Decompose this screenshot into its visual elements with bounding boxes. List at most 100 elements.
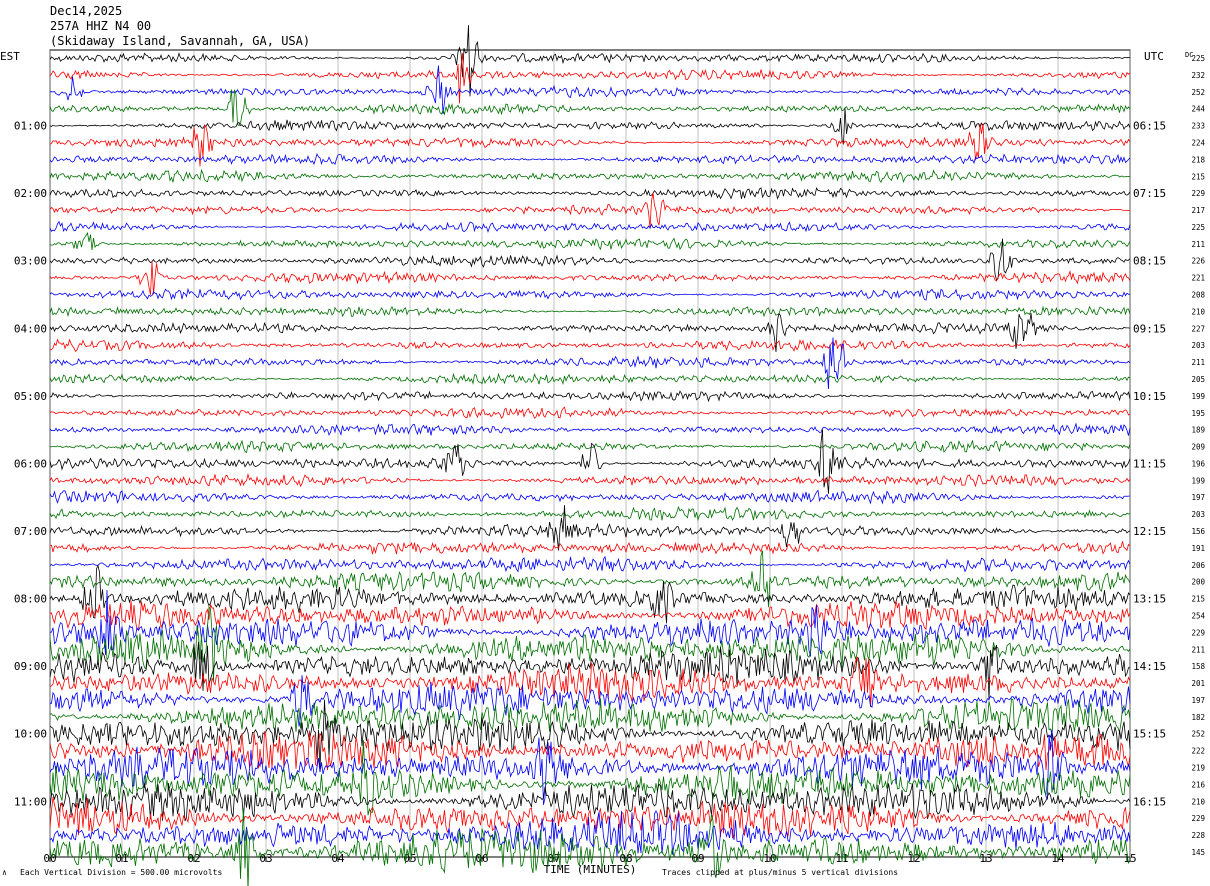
dc-offset-label: 191 (1191, 544, 1205, 553)
seismic-trace (49, 422, 1131, 436)
seismic-trace (49, 372, 1131, 386)
utc-hour-label: 11:15 (1133, 457, 1166, 470)
dc-offset-label: 209 (1191, 443, 1205, 452)
dc-offset-label: 225 (1191, 54, 1205, 63)
dc-offset-label: 203 (1191, 341, 1205, 350)
dc-offset-label: 219 (1191, 764, 1205, 773)
seismic-trace (49, 564, 1131, 624)
utc-hour-label: 06:15 (1133, 120, 1166, 133)
dc-offset-label: 227 (1191, 324, 1205, 333)
seismic-trace (49, 698, 1131, 735)
seismic-trace (49, 505, 1131, 551)
dc-offset-label: 229 (1191, 189, 1205, 198)
dc-offset-label: 210 (1191, 797, 1205, 806)
seismic-trace (49, 406, 1131, 419)
est-hour-label: 05:00 (14, 390, 47, 403)
dc-offset-label: 211 (1191, 358, 1205, 367)
seismic-trace (49, 429, 1131, 494)
dc-offset-label: 208 (1191, 291, 1205, 300)
dc-offset-label: 225 (1191, 223, 1205, 232)
helicorder-plot: 00 01 02 03 04 05 06 07 08 09 10 11 12 13 14 15TIME (MI… (0, 25, 1205, 886)
est-hour-label: 08:00 (14, 593, 47, 606)
seismic-trace (49, 65, 1131, 114)
x-tick-label: 00 (43, 852, 56, 865)
est-hour-label: 06:00 (14, 457, 47, 470)
seismic-trace (50, 390, 1131, 403)
seismic-trace (49, 261, 1131, 295)
seismic-trace (49, 439, 1131, 454)
seismic-trace (49, 338, 1131, 352)
seismic-trace (49, 287, 1131, 301)
footer-mark: ∧ (2, 868, 7, 877)
seismic-trace (49, 489, 1131, 505)
dc-offset-label: 195 (1191, 409, 1205, 418)
dc-offset-label: 158 (1191, 662, 1205, 671)
dc-offset-label: 197 (1191, 696, 1205, 705)
dc-offset-label: 228 (1191, 831, 1205, 840)
dc-offset-label: 224 (1191, 138, 1205, 147)
seismic-trace (49, 153, 1131, 166)
seismic-trace (49, 187, 1131, 200)
dc-offset-label: 217 (1191, 206, 1205, 215)
dc-title: DC (1185, 51, 1193, 59)
utc-hour-label: 15:15 (1133, 728, 1166, 741)
dc-offset-label: 215 (1191, 172, 1205, 181)
right-axis-title: UTC (1144, 50, 1164, 63)
dc-offset-label: 211 (1191, 645, 1205, 654)
seismic-trace (49, 220, 1131, 234)
seismic-trace (49, 675, 1131, 727)
seismic-trace (49, 231, 1131, 251)
dc-offset-label: 156 (1191, 527, 1205, 536)
dc-offset-label: 252 (1191, 88, 1205, 97)
dc-offset-label: 254 (1191, 611, 1205, 620)
x-axis-label: TIME (MINUTES) (544, 863, 637, 876)
dc-offset-label: 221 (1191, 274, 1205, 283)
utc-hour-label: 16:15 (1133, 795, 1166, 808)
seismic-trace (49, 541, 1131, 556)
seismic-trace (49, 305, 1131, 318)
est-hour-label: 09:00 (14, 660, 47, 673)
x-tick-label: 13 (979, 852, 992, 865)
seismic-trace (49, 783, 1131, 822)
x-tick-label: 15 (1123, 852, 1136, 865)
est-hour-label: 11:00 (14, 795, 47, 808)
dc-offset-label: 199 (1191, 476, 1205, 485)
dc-offset-label: 229 (1191, 814, 1205, 823)
dc-offset-label: 199 (1191, 392, 1205, 401)
seismic-trace (49, 238, 1131, 281)
seismic-trace (49, 555, 1131, 573)
seismic-trace (49, 53, 1131, 104)
est-hour-label: 07:00 (14, 525, 47, 538)
seismic-trace (49, 472, 1131, 488)
dc-offset-label: 215 (1191, 595, 1205, 604)
dc-offset-label: 232 (1191, 71, 1205, 80)
dc-offset-label: 189 (1191, 426, 1205, 435)
est-hour-label: 04:00 (14, 322, 47, 335)
dc-offset-label: 201 (1191, 679, 1205, 688)
dc-offset-label: 211 (1191, 240, 1205, 249)
est-hour-label: 02:00 (14, 187, 47, 200)
dc-offset-label: 233 (1191, 122, 1205, 131)
dc-offset-label: 210 (1191, 307, 1205, 316)
utc-hour-label: 10:15 (1133, 390, 1166, 403)
dc-offset-label: 226 (1191, 257, 1205, 266)
dc-offset-label: 205 (1191, 375, 1205, 384)
dc-offset-label: 145 (1191, 848, 1205, 857)
dc-offset-label: 252 (1191, 730, 1205, 739)
dc-offset-label: 197 (1191, 493, 1205, 502)
dc-offset-label: 182 (1191, 713, 1205, 722)
est-hour-label: 01:00 (14, 120, 47, 133)
left-axis-title: EST (0, 50, 20, 63)
utc-hour-label: 07:15 (1133, 187, 1166, 200)
dc-offset-label: 216 (1191, 780, 1205, 789)
dc-offset-label: 200 (1191, 578, 1205, 587)
plot-frame (49, 49, 1131, 858)
utc-hour-label: 09:15 (1133, 322, 1166, 335)
dc-offset-label: 229 (1191, 628, 1205, 637)
utc-hour-label: 08:15 (1133, 255, 1166, 268)
clip-note: Traces clipped at plus/minus 5 vertical … (662, 868, 899, 877)
utc-hour-label: 12:15 (1133, 525, 1166, 538)
dc-offset-label: 206 (1191, 561, 1205, 570)
seismic-trace (49, 505, 1131, 522)
dc-offset-label: 222 (1191, 747, 1205, 756)
